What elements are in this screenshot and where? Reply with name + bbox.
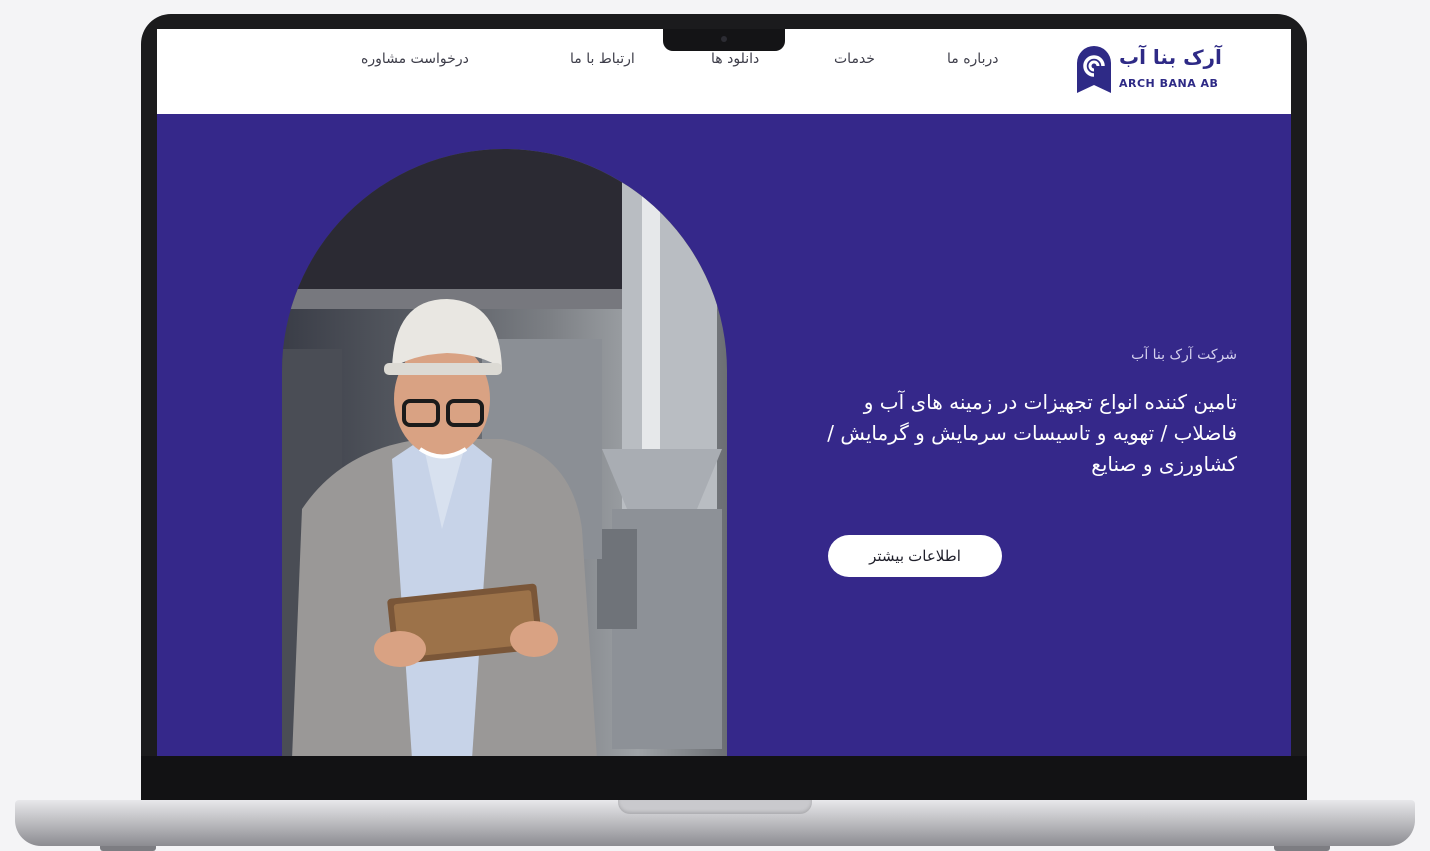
more-info-button[interactable]: اطلاعات بیشتر [828, 535, 1002, 577]
logo-text-fa: آرک بنا آب [1119, 45, 1222, 69]
laptop-base [15, 800, 1415, 846]
nav-link-contact[interactable]: ارتباط با ما [570, 51, 635, 67]
nav-link-services[interactable]: خدمات [834, 51, 875, 67]
laptop-base-groove [618, 800, 812, 814]
laptop-foot-right [1274, 846, 1330, 851]
company-label: شرکت آرک بنا آب [1131, 347, 1237, 363]
engineer-photo-illustration [282, 149, 727, 756]
camera-notch [663, 29, 785, 51]
camera-icon [721, 36, 727, 42]
nav-link-about[interactable]: درباره ما [947, 51, 998, 67]
nav-link-consultation[interactable]: درخواست مشاوره [361, 51, 469, 67]
laptop-chin [141, 756, 1307, 800]
nav-link-downloads[interactable]: دانلود ها [711, 51, 759, 67]
hero-title: تامین کننده انواع تجهیزات در زمینه های آ… [827, 390, 1237, 476]
logo[interactable]: آرک بنا آب ARCH BANA AB [1075, 43, 1225, 95]
logo-text-en: ARCH BANA AB [1119, 77, 1219, 90]
laptop-foot-left [100, 846, 156, 851]
arch-bana-ab-logo-icon [1077, 46, 1111, 93]
website-screen: آرک بنا آب ARCH BANA AB درباره ما خدمات … [157, 29, 1291, 756]
hero-image [282, 149, 727, 756]
